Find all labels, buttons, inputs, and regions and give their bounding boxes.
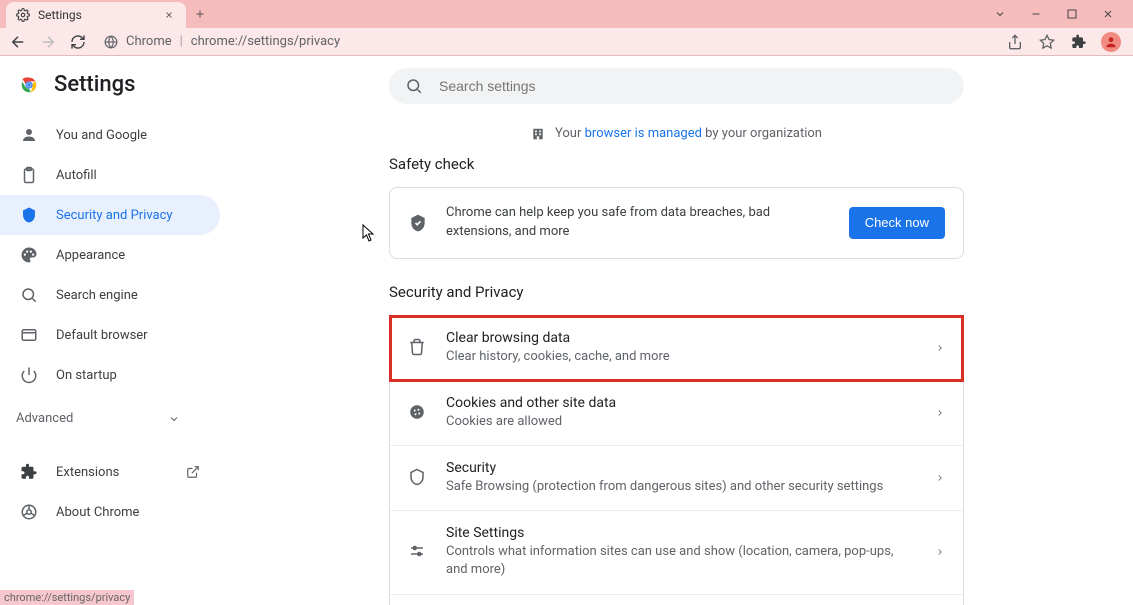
gear-icon — [16, 8, 30, 22]
shield-icon — [20, 206, 38, 224]
window-controls — [993, 0, 1133, 28]
row-subtitle: Cookies are allowed — [446, 413, 917, 431]
sidebar-item-label: About Chrome — [56, 505, 139, 520]
security-privacy-title: Security and Privacy — [389, 283, 964, 301]
managed-suffix: by your organization — [702, 126, 822, 141]
sidebar-item-label: Default browser — [56, 328, 148, 343]
reload-button[interactable] — [68, 32, 88, 52]
check-now-button[interactable]: Check now — [849, 207, 945, 239]
palette-icon — [20, 246, 38, 264]
row-title: Security — [446, 460, 917, 476]
row-title: Cookies and other site data — [446, 395, 917, 411]
maximize-icon[interactable] — [1065, 7, 1079, 21]
chevron-right-icon — [935, 343, 945, 353]
sidebar-item-search-engine[interactable]: Search engine — [0, 275, 220, 315]
chevron-right-icon — [935, 547, 945, 557]
managed-prefix: Your — [555, 126, 585, 141]
settings-brand: Settings — [0, 68, 220, 115]
sidebar-item-extensions[interactable]: Extensions — [0, 452, 200, 492]
search-icon — [20, 286, 38, 304]
page-title: Settings — [54, 72, 135, 97]
settings-sidebar: Settings You and Google Autofill Securit… — [0, 56, 220, 605]
sidebar-item-about[interactable]: About Chrome — [0, 492, 200, 532]
shield-check-icon — [408, 213, 428, 233]
new-tab-button[interactable] — [186, 0, 214, 28]
window-titlebar: Settings — [0, 0, 1133, 28]
chrome-logo-icon — [18, 74, 40, 96]
managed-banner: Your browser is managed by your organiza… — [250, 126, 1103, 141]
chrome-icon — [20, 503, 38, 521]
row-privacy-sandbox[interactable]: Privacy Sandbox — [390, 595, 963, 605]
status-bar: chrome://settings/privacy — [0, 590, 134, 605]
row-security[interactable]: Security Safe Browsing (protection from … — [390, 446, 963, 511]
browser-tab[interactable]: Settings — [6, 2, 186, 28]
sidebar-item-label: Autofill — [56, 168, 97, 183]
chevron-down-icon[interactable] — [993, 7, 1007, 21]
sidebar-item-on-startup[interactable]: On startup — [0, 355, 220, 395]
omnibox-chip: Chrome — [126, 34, 172, 49]
share-icon[interactable] — [1005, 32, 1025, 52]
row-title: Clear browsing data — [446, 330, 917, 346]
sidebar-item-security-privacy[interactable]: Security and Privacy — [0, 195, 220, 235]
close-tab-icon[interactable] — [162, 8, 176, 22]
row-clear-browsing-data[interactable]: Clear browsing data Clear history, cooki… — [390, 316, 963, 381]
safety-check-text: Chrome can help keep you safe from data … — [446, 204, 831, 242]
omnibox-url: chrome://settings/privacy — [191, 34, 340, 49]
browser-icon — [20, 326, 38, 344]
puzzle-icon — [20, 463, 38, 481]
sidebar-item-label: Search engine — [56, 288, 138, 303]
managed-link[interactable]: browser is managed — [585, 126, 702, 141]
row-subtitle: Safe Browsing (protection from dangerous… — [446, 478, 917, 496]
search-input[interactable] — [439, 78, 948, 94]
trash-icon — [408, 338, 428, 358]
browser-toolbar: Chrome | chrome://settings/privacy — [0, 28, 1133, 56]
omnibox-separator: | — [180, 34, 183, 49]
row-cookies[interactable]: Cookies and other site data Cookies are … — [390, 381, 963, 446]
safety-check-card: Chrome can help keep you safe from data … — [389, 187, 964, 259]
security-privacy-card: Clear browsing data Clear history, cooki… — [389, 315, 964, 605]
cookie-icon — [408, 403, 428, 423]
shield-outline-icon — [408, 468, 428, 488]
sidebar-item-default-browser[interactable]: Default browser — [0, 315, 220, 355]
advanced-label: Advanced — [16, 411, 73, 426]
open-external-icon — [186, 465, 200, 479]
sidebar-item-label: Extensions — [56, 465, 119, 480]
row-subtitle: Controls what information sites can use … — [446, 543, 917, 579]
sidebar-item-you-and-google[interactable]: You and Google — [0, 115, 220, 155]
safety-check-title: Safety check — [389, 155, 964, 173]
minimize-icon[interactable] — [1029, 7, 1043, 21]
settings-main: Your browser is managed by your organiza… — [220, 56, 1133, 605]
back-button[interactable] — [8, 32, 28, 52]
sidebar-item-autofill[interactable]: Autofill — [0, 155, 220, 195]
forward-button[interactable] — [38, 32, 58, 52]
settings-search[interactable] — [389, 68, 964, 104]
sidebar-item-label: On startup — [56, 368, 117, 383]
bookmark-icon[interactable] — [1037, 32, 1057, 52]
sidebar-item-label: Security and Privacy — [56, 208, 173, 223]
site-info-icon[interactable] — [104, 35, 118, 49]
chevron-down-icon — [168, 413, 180, 425]
close-window-icon[interactable] — [1101, 7, 1115, 21]
chevron-right-icon — [935, 408, 945, 418]
address-bar[interactable]: Chrome | chrome://settings/privacy — [98, 31, 995, 53]
sidebar-advanced[interactable]: Advanced — [0, 395, 200, 434]
sidebar-item-label: You and Google — [56, 128, 147, 143]
sliders-icon — [408, 542, 428, 562]
building-icon — [531, 127, 545, 141]
chevron-right-icon — [935, 473, 945, 483]
row-subtitle: Clear history, cookies, cache, and more — [446, 348, 917, 366]
tab-title: Settings — [38, 8, 82, 22]
person-icon — [20, 126, 38, 144]
clipboard-icon — [20, 166, 38, 184]
search-icon — [405, 77, 423, 95]
row-title: Site Settings — [446, 525, 917, 541]
profile-avatar[interactable] — [1101, 32, 1121, 52]
row-site-settings[interactable]: Site Settings Controls what information … — [390, 511, 963, 594]
extensions-icon[interactable] — [1069, 32, 1089, 52]
sidebar-item-appearance[interactable]: Appearance — [0, 235, 220, 275]
sidebar-item-label: Appearance — [56, 248, 125, 263]
power-icon — [20, 366, 38, 384]
